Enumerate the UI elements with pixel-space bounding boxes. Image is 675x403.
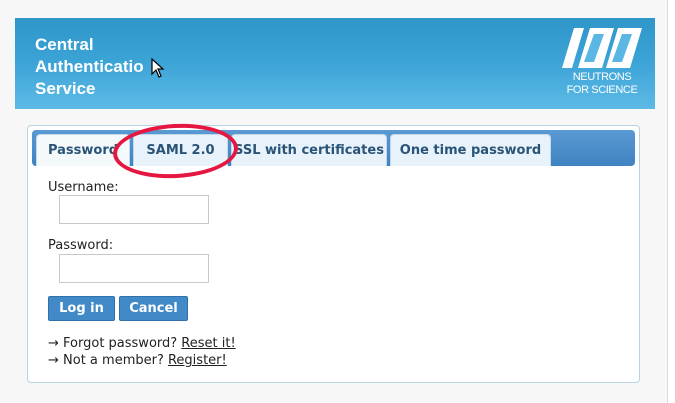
page-background: Central Authenticatio Service NEUTRONS F… bbox=[0, 0, 667, 403]
login-panel: Password SAML 2.0 SSL with certificates … bbox=[27, 125, 640, 383]
ill-logo-icon bbox=[562, 28, 642, 68]
login-button[interactable]: Log in bbox=[48, 296, 115, 321]
logo-text-line-2: FOR SCIENCE bbox=[566, 84, 638, 96]
register-link[interactable]: Register! bbox=[168, 353, 227, 368]
tab-ssl-certificates[interactable]: SSL with certificates bbox=[231, 134, 387, 166]
forgot-password-text: → Forgot password? bbox=[48, 336, 182, 351]
username-label: Username: bbox=[48, 180, 119, 195]
page-title: Central Authenticatio Service bbox=[35, 34, 195, 100]
password-field[interactable] bbox=[59, 254, 209, 283]
window-edge bbox=[667, 0, 675, 403]
reset-password-link[interactable]: Reset it! bbox=[181, 336, 235, 351]
auth-tab-bar: Password SAML 2.0 SSL with certificates … bbox=[32, 130, 635, 166]
logo-text: NEUTRONS FOR SCIENCE bbox=[558, 71, 646, 97]
register-line: → Not a member? Register! bbox=[48, 353, 227, 368]
logo-text-line-1: NEUTRONS bbox=[572, 71, 632, 83]
tab-saml[interactable]: SAML 2.0 bbox=[133, 134, 228, 166]
title-line-3: Service bbox=[35, 79, 96, 98]
title-line-1: Central bbox=[35, 35, 94, 54]
not-member-text: → Not a member? bbox=[48, 353, 168, 368]
tab-password[interactable]: Password bbox=[36, 134, 130, 166]
ill-logo: NEUTRONS FOR SCIENCE bbox=[558, 28, 646, 102]
forgot-password-line: → Forgot password? Reset it! bbox=[48, 336, 236, 351]
header-banner: Central Authenticatio Service NEUTRONS F… bbox=[15, 18, 655, 109]
mouse-cursor-icon bbox=[151, 58, 165, 78]
username-field[interactable] bbox=[59, 195, 209, 224]
cancel-button[interactable]: Cancel bbox=[119, 296, 188, 321]
password-label: Password: bbox=[48, 238, 114, 253]
title-line-2: Authenticatio bbox=[35, 57, 144, 76]
tab-one-time-password[interactable]: One time password bbox=[390, 134, 551, 166]
